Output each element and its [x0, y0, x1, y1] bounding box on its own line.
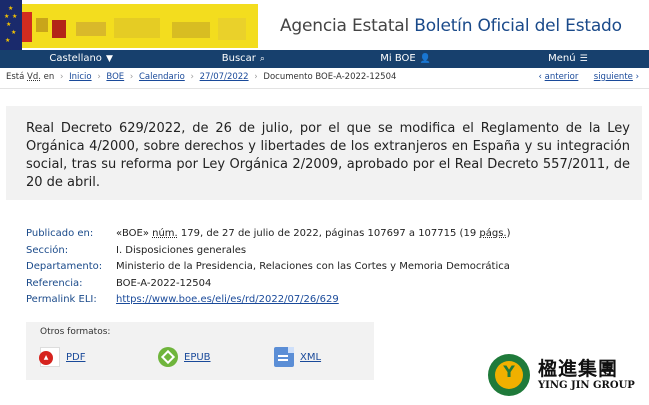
breadcrumb-divider [0, 88, 649, 89]
format-epub[interactable]: EPUB [158, 347, 211, 367]
breadcrumb-inicio[interactable]: Inicio [69, 72, 92, 82]
pags-abbr: págs. [479, 228, 507, 239]
epub-icon[interactable] [158, 347, 178, 367]
chevron-left-icon: ‹ [538, 72, 542, 82]
published-close: ) [506, 228, 511, 239]
breadcrumb-prefix-abbr: Vd. [27, 72, 41, 82]
meta-value-section: I. Disposiciones generales [116, 244, 247, 256]
breadcrumb-date[interactable]: 27/07/2022 [200, 72, 249, 82]
breadcrumb-separator: › [97, 72, 101, 82]
meta-row-reference: Referencia: BOE-A-2022-12504 [26, 276, 511, 293]
site-header: ★ ★ ★ ★ ★ ★ Agencia Estatal Boletín Ofic… [0, 0, 649, 50]
nav-search-label: Buscar [221, 53, 256, 64]
nav-menu[interactable]: Menú ☰ [487, 50, 649, 68]
breadcrumb-current: Documento BOE-A-2022-12504 [263, 72, 397, 82]
document-pager: ‹ anterior siguiente › [539, 72, 639, 82]
breadcrumb-separator: › [129, 72, 134, 82]
breadcrumb: Está Vd. en › Inicio › BOE › Calendario … [6, 72, 396, 82]
nav-mi-boe[interactable]: Mi BOE 👤 [325, 50, 487, 68]
site-title-agency: Agencia Estatal [280, 16, 410, 36]
site-title: Agencia Estatal Boletín Oficial del Esta… [280, 16, 622, 36]
document-title: Real Decreto 629/2022, de 26 de julio, p… [26, 121, 630, 190]
other-formats-box: Otros formatos: ▲ PDF EPUB XML [26, 322, 374, 380]
user-icon: 👤 [419, 54, 431, 64]
format-pdf-link[interactable]: PDF [66, 352, 85, 363]
breadcrumb-boe[interactable]: BOE [106, 72, 124, 82]
meta-value-reference: BOE-A-2022-12504 [116, 277, 212, 289]
watermark-english: YING JIN GROUP [538, 380, 635, 391]
num-abbr: núm. [152, 228, 178, 239]
watermark-chinese: 楹進集團 [538, 358, 619, 380]
breadcrumb-calendario[interactable]: Calendario [139, 72, 185, 82]
next-document-link[interactable]: siguiente [594, 72, 633, 82]
ying-jin-logo-icon: Y [488, 354, 530, 396]
site-title-boe: Boletín Oficial del Estado [414, 16, 622, 36]
meta-row-permalink: Permalink ELI: https://www.boe.es/eli/es… [26, 292, 511, 309]
main-navbar: Castellano ▼ Buscar ⌕ Mi BOE 👤 Menú ☰ [0, 50, 649, 68]
meta-row-published: Publicado en: «BOE» núm. 179, de 27 de j… [26, 226, 511, 243]
breadcrumb-separator: › [190, 72, 194, 82]
format-xml[interactable]: XML [274, 347, 321, 367]
watermark-logo: Y 楹進集團 YING JIN GROUP [488, 352, 638, 398]
nav-language[interactable]: Castellano ▼ [0, 50, 162, 68]
menu-icon: ☰ [579, 54, 588, 64]
meta-label: Permalink ELI: [26, 294, 97, 305]
meta-value-published: «BOE» núm. 179, de 27 de julio de 2022, … [116, 226, 511, 243]
meta-value-permalink: https://www.boe.es/eli/es/rd/2022/07/26/… [116, 292, 339, 309]
meta-label: Referencia: [26, 277, 83, 289]
boe-logo[interactable] [22, 4, 258, 48]
published-detail: 179, de 27 de julio de 2022, páginas 107… [180, 228, 477, 239]
meta-value-department: Ministerio de la Presidencia, Relaciones… [116, 261, 510, 272]
breadcrumb-prefix: Está [6, 72, 25, 82]
breadcrumb-prefix-suffix: en [43, 72, 55, 82]
nav-menu-label: Menú [548, 53, 576, 64]
format-epub-link[interactable]: EPUB [184, 352, 211, 363]
format-xml-link[interactable]: XML [300, 352, 321, 363]
meta-row-section: Sección: I. Disposiciones generales [26, 243, 511, 260]
meta-label: Sección: [26, 244, 69, 256]
search-icon: ⌕ [259, 54, 265, 64]
nav-language-label: Castellano [49, 53, 102, 64]
meta-label: Publicado en: [26, 228, 94, 239]
chevron-down-icon: ▼ [105, 54, 113, 64]
nav-search[interactable]: Buscar ⌕ [162, 50, 324, 68]
permalink-eli-link[interactable]: https://www.boe.es/eli/es/rd/2022/07/26/… [116, 294, 339, 305]
other-formats-heading: Otros formatos: [40, 327, 111, 337]
format-pdf[interactable]: ▲ PDF [39, 347, 85, 367]
previous-document-link[interactable]: anterior [545, 72, 579, 82]
document-metadata: Publicado en: «BOE» núm. 179, de 27 de j… [26, 226, 511, 309]
xml-icon[interactable] [274, 347, 294, 367]
meta-label: Departamento: [26, 261, 103, 272]
pdf-icon[interactable]: ▲ [39, 347, 60, 367]
document-title-box: Real Decreto 629/2022, de 26 de julio, p… [6, 106, 642, 200]
nav-mi-boe-label: Mi BOE [380, 53, 416, 64]
eu-flag-icon: ★ ★ ★ ★ ★ ★ [0, 0, 22, 50]
breadcrumb-separator: › [254, 72, 258, 82]
chevron-right-icon: › [635, 72, 639, 82]
meta-row-department: Departamento: Ministerio de la Presidenc… [26, 259, 511, 276]
breadcrumb-separator: › [60, 72, 64, 82]
boe-name: «BOE» [116, 228, 149, 239]
